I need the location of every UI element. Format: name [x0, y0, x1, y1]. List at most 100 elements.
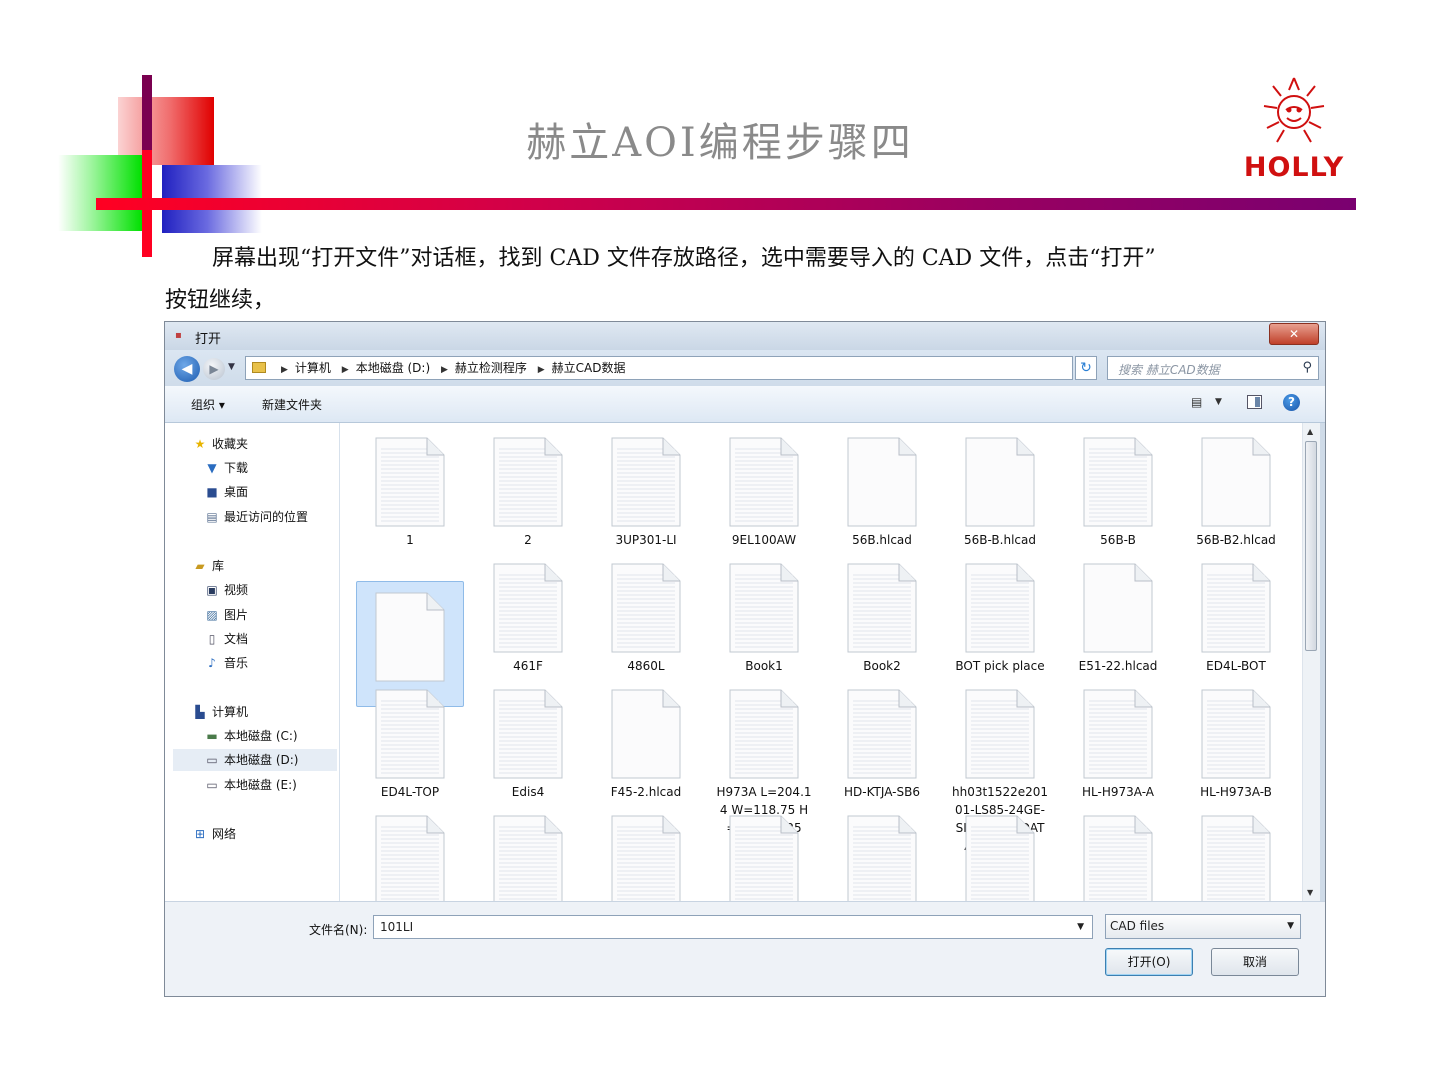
breadcrumb-separator-icon: ▶	[281, 365, 288, 375]
help-icon[interactable]: ?	[1283, 394, 1300, 411]
file-item[interactable]	[1182, 805, 1290, 901]
search-input[interactable]: 搜索 赫立CAD数据 ⚲	[1107, 356, 1319, 380]
sidebar-item-label: 文档	[224, 632, 249, 646]
file-item[interactable]	[1064, 805, 1172, 901]
document-icon	[847, 689, 917, 779]
sidebar-item-label: 计算机	[212, 705, 249, 719]
sidebar-item-label: 桌面	[224, 485, 249, 499]
file-item[interactable]	[828, 805, 936, 901]
file-item[interactable]: HD-KTJA-SB6	[828, 679, 936, 801]
file-type-select[interactable]: CAD files ▼	[1105, 914, 1301, 939]
file-item[interactable]	[710, 805, 818, 901]
sidebar-item[interactable]: ▤ 最近访问的位置	[205, 506, 308, 528]
new-folder-button[interactable]: 新建文件夹	[262, 396, 322, 413]
scroll-up-icon[interactable]: ▲	[1307, 427, 1313, 436]
file-item[interactable]: 4860L	[592, 553, 700, 675]
file-item[interactable]: ED4L-TOP	[356, 679, 464, 801]
sidebar-item[interactable]: ▼ 下载	[205, 457, 248, 479]
file-name: F45-2.hlcad	[610, 785, 682, 799]
dialog-titlebar[interactable]: ▪ 打开 ✕	[165, 322, 1325, 350]
recent-locations-dropdown-icon[interactable]: ▼	[228, 362, 235, 372]
file-item[interactable]	[474, 805, 582, 901]
sidebar-item-label: 本地磁盘 (E:)	[224, 778, 297, 792]
file-type-value: CAD files	[1110, 919, 1165, 933]
sidebar-item[interactable]: ■ 桌面	[205, 481, 248, 503]
file-item[interactable]: HL-H973A-A	[1064, 679, 1172, 801]
sidebar-item[interactable]: ▣ 视频	[205, 579, 248, 601]
file-item[interactable]: 2	[474, 427, 582, 549]
file-item[interactable]: 3UP301-LI	[592, 427, 700, 549]
preview-pane-icon[interactable]	[1247, 395, 1262, 409]
back-button[interactable]: ◀	[174, 356, 200, 382]
file-item[interactable]: 461F	[474, 553, 582, 675]
breadcrumb-computer[interactable]: 计算机	[295, 361, 331, 375]
recent-places-icon: ▤	[206, 510, 218, 524]
sidebar-item[interactable]: ♪ 音乐	[205, 652, 248, 674]
navigation-pane: ★ 收藏夹 ▼ 下载 ■ 桌面 ▤ 最近访问的位置 ▰ 库 ▣ 视频 ▨ 图片 ▯ 文档 ♪ 音乐 ▙ 计算机 ▬ 本地磁…	[165, 423, 340, 901]
sidebar-item[interactable]: ▭ 本地磁盘 (D:)	[173, 749, 337, 771]
view-dropdown-icon[interactable]: ▼	[1215, 397, 1222, 407]
change-view-icon[interactable]: ▤	[1191, 395, 1202, 409]
file-item[interactable]: 56B-B2.hlcad	[1182, 427, 1290, 549]
document-icon	[1201, 815, 1271, 901]
file-item[interactable]	[592, 805, 700, 901]
document-icon	[493, 815, 563, 901]
file-item[interactable]: 56B-B	[1064, 427, 1172, 549]
address-bar[interactable]: ▶计算机 ▶本地磁盘 (D:) ▶赫立检测程序 ▶赫立CAD数据 ▼	[245, 356, 1145, 380]
sidebar-item[interactable]: ⊞ 网络	[193, 823, 236, 845]
sidebar-item[interactable]: ★ 收藏夹	[193, 433, 248, 455]
document-icon	[965, 437, 1035, 527]
file-item[interactable]: Book1	[710, 553, 818, 675]
file-item[interactable]: E51-22.hlcad	[1064, 553, 1172, 675]
document-icon	[1201, 689, 1271, 779]
filename-history-dropdown-icon[interactable]: ▼	[1077, 916, 1084, 938]
holly-logo: HOLLY	[1232, 72, 1356, 190]
file-item[interactable]: ED4L-BOT	[1182, 553, 1290, 675]
sidebar-item[interactable]: ▯ 文档	[205, 628, 248, 650]
sidebar-item-label: 收藏夹	[212, 437, 249, 451]
file-item[interactable]: 1	[356, 427, 464, 549]
organize-button[interactable]: 组织 ▾	[191, 396, 225, 413]
breadcrumb-cad-folder[interactable]: 赫立CAD数据	[552, 361, 626, 375]
document-icon	[493, 563, 563, 653]
sidebar-item[interactable]: ▰ 库	[193, 555, 224, 577]
filename-label: 文件名(N):	[309, 923, 368, 937]
scroll-down-icon[interactable]: ▼	[1307, 888, 1313, 897]
vertical-scrollbar[interactable]: ▲ ▼	[1302, 423, 1320, 901]
document-icon	[965, 815, 1035, 901]
drive-c-icon: ▬	[206, 729, 218, 743]
sidebar-item[interactable]: ▬ 本地磁盘 (C:)	[205, 725, 297, 747]
cancel-button[interactable]: 取消	[1211, 948, 1299, 976]
sidebar-item[interactable]: ▙ 计算机	[193, 701, 248, 723]
file-name: 56B-B2.hlcad	[1196, 533, 1276, 547]
file-item[interactable]: 9EL100AW	[710, 427, 818, 549]
breadcrumb-drive-d[interactable]: 本地磁盘 (D:)	[356, 361, 430, 375]
close-button[interactable]: ✕	[1269, 323, 1319, 345]
sidebar-item-label: 最近访问的位置	[224, 510, 309, 524]
file-item[interactable]: HL-H973A-B	[1182, 679, 1290, 801]
slide-title: 赫立AOI编程步骤四	[526, 120, 914, 166]
open-button[interactable]: 打开(O)	[1105, 948, 1193, 976]
forward-button[interactable]: ▶	[203, 358, 225, 380]
sidebar-item-label: 库	[212, 559, 225, 573]
file-item[interactable]	[946, 805, 1054, 901]
breadcrumb-separator-icon: ▶	[537, 365, 545, 375]
file-item[interactable]: 56B.hlcad	[828, 427, 936, 549]
breadcrumb-program-folder[interactable]: 赫立检测程序	[455, 361, 527, 375]
sidebar-item-label: 本地磁盘 (D:)	[224, 753, 299, 767]
file-item[interactable]	[356, 805, 464, 901]
filename-input[interactable]: 101LI ▼	[373, 915, 1093, 939]
file-item[interactable]: Edis4	[474, 679, 582, 801]
file-item[interactable]: BOT pick place	[946, 553, 1054, 675]
file-item[interactable]: 56B-B.hlcad	[946, 427, 1054, 549]
breadcrumb-separator-icon: ▶	[440, 365, 448, 375]
document-icon	[1201, 437, 1271, 527]
sidebar-item[interactable]: ▭ 本地磁盘 (E:)	[205, 774, 297, 796]
scroll-thumb[interactable]	[1305, 441, 1317, 651]
search-icon[interactable]: ⚲	[1302, 360, 1312, 375]
file-item[interactable]: F45-2.hlcad	[592, 679, 700, 801]
file-item[interactable]: Book2	[828, 553, 936, 675]
sidebar-item[interactable]: ▨ 图片	[205, 604, 248, 626]
document-icon	[375, 592, 445, 682]
refresh-button[interactable]: ↻	[1075, 356, 1097, 380]
